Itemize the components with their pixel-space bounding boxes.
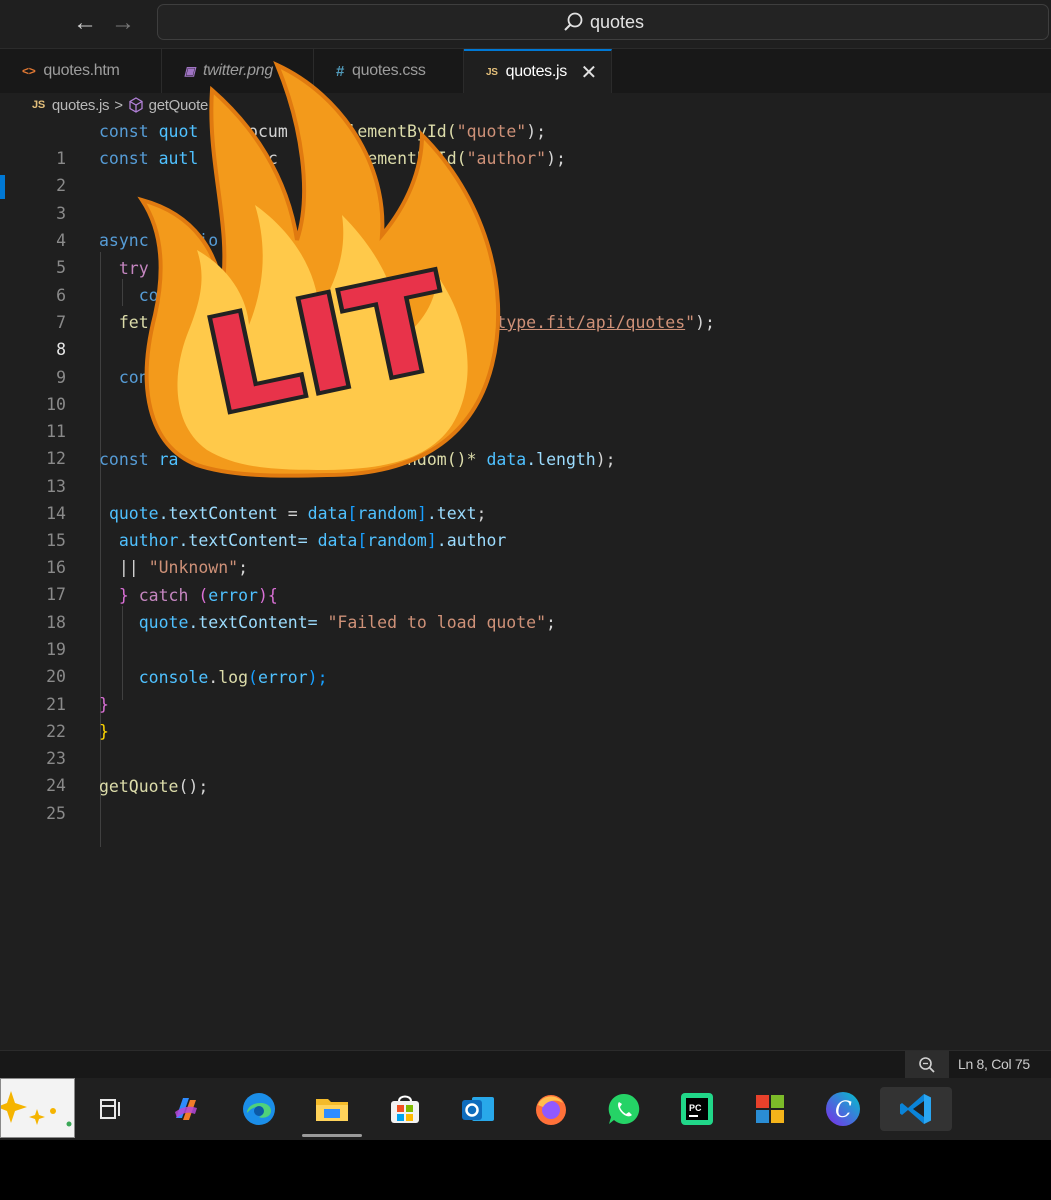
code-token: = xyxy=(287,504,298,523)
edge-icon[interactable] xyxy=(237,1087,281,1131)
whatsapp-icon[interactable] xyxy=(602,1087,646,1131)
vscode-icon[interactable] xyxy=(880,1087,952,1131)
svg-text:C: C xyxy=(835,1098,852,1123)
code-token: (); xyxy=(178,777,209,796)
search-text: quotes xyxy=(589,11,645,32)
forward-arrow-icon[interactable]: → xyxy=(108,8,138,38)
code-token: ] xyxy=(426,531,437,550)
code-line: 19 quote.textContent= "Failed to load qu… xyxy=(0,609,1051,659)
code-token: console xyxy=(138,668,209,687)
firefox-icon[interactable] xyxy=(529,1087,573,1131)
code-token: ){ xyxy=(257,586,278,605)
code-token: ; xyxy=(238,558,249,577)
outlook-icon[interactable] xyxy=(456,1087,500,1131)
code-token: random xyxy=(367,531,427,550)
code-line: 24 xyxy=(0,745,1051,795)
command-center-search[interactable]: quotes xyxy=(157,4,1049,40)
widgets-icon[interactable] xyxy=(0,1078,75,1138)
code-token: getQuote xyxy=(99,777,179,796)
code-token: error xyxy=(257,668,308,687)
zoom-button[interactable] xyxy=(905,1051,949,1079)
line-number: 25 xyxy=(46,804,66,823)
status-bar: Ln 8, Col 75 xyxy=(0,1050,1051,1079)
code-token: ; xyxy=(546,613,556,632)
store-icon[interactable] xyxy=(383,1087,427,1131)
code-token: data xyxy=(307,504,348,523)
code-token: catch xyxy=(138,586,189,605)
code-token: .author xyxy=(436,531,507,550)
code-token: author xyxy=(118,531,179,550)
black-border xyxy=(0,1140,1051,1200)
cursor-position[interactable]: Ln 8, Col 75 xyxy=(958,1056,1030,1072)
code-line: 16 author.textContent= data[random].auth… xyxy=(0,527,1051,577)
code-token: } xyxy=(118,586,129,605)
close-icon[interactable]: ✕ xyxy=(581,60,598,85)
code-token: ); xyxy=(695,313,715,332)
back-arrow-icon[interactable]: ← xyxy=(70,8,100,38)
copilot-icon[interactable] xyxy=(164,1087,208,1131)
code-token: quote xyxy=(138,613,189,632)
code-token: } xyxy=(99,722,109,741)
code-line: 17 || "Unknown"; xyxy=(0,554,1051,604)
code-token: ); xyxy=(595,450,616,469)
code-token: .textContent= xyxy=(188,613,318,632)
canva-icon[interactable]: C xyxy=(821,1087,865,1131)
code-line: 22 } xyxy=(0,691,1051,741)
file-explorer-icon[interactable] xyxy=(310,1087,354,1131)
html-icon: <> xyxy=(22,64,36,78)
code-token: ); xyxy=(526,122,547,141)
windows-taskbar: PC C xyxy=(0,1078,1051,1140)
task-view-icon[interactable] xyxy=(89,1087,133,1131)
code-token: data xyxy=(317,531,358,550)
code-token: . xyxy=(208,668,219,687)
code-token: ); xyxy=(307,668,328,687)
code-line: 18 } catch (error){ xyxy=(0,582,1051,632)
code-token: "Failed to load quote" xyxy=(327,613,547,632)
svg-text:PC: PC xyxy=(689,1103,702,1113)
code-line: 25 getQuote(); xyxy=(0,773,1051,823)
code-line: 15 quote.textContent = data[random].text… xyxy=(0,500,1051,550)
breadcrumb-file[interactable]: quotes.js xyxy=(52,97,110,114)
code-token: ); xyxy=(546,149,566,168)
office-icon[interactable] xyxy=(748,1087,792,1131)
js-icon: JS xyxy=(32,99,45,111)
code-token: ] xyxy=(416,504,427,523)
code-token: ( xyxy=(248,668,258,687)
code-line: 20 xyxy=(0,636,1051,686)
tab-label: quotes.htm xyxy=(43,62,120,79)
code-token: [ xyxy=(357,531,368,550)
tab-label: quotes.js xyxy=(505,63,568,80)
code-token: "Unknown" xyxy=(148,558,239,577)
code-token: .textContent xyxy=(158,504,278,523)
code-token: quote xyxy=(108,504,159,523)
zoom-icon xyxy=(919,1057,935,1073)
pycharm-icon[interactable]: PC xyxy=(675,1087,719,1131)
code-token: .length xyxy=(526,450,596,469)
code-token: [ xyxy=(347,504,358,523)
code-token: .textContent= xyxy=(178,531,308,550)
code-token: ( xyxy=(198,586,209,605)
code-token: .text xyxy=(426,504,477,523)
code-token: " xyxy=(685,313,696,332)
search-icon xyxy=(564,12,583,31)
code-line: 23 } xyxy=(0,718,1051,768)
code-token: error xyxy=(208,586,258,605)
code-line: 21 console.log(error); xyxy=(0,664,1051,714)
code-token: } xyxy=(99,695,109,714)
active-app-indicator xyxy=(302,1134,362,1137)
breadcrumb-separator: > xyxy=(114,96,123,114)
title-bar: ← → quotes xyxy=(0,0,1051,48)
code-token: random xyxy=(357,504,417,523)
lit-fire-sticker: LIT xyxy=(137,61,501,478)
code-token: || xyxy=(118,558,139,577)
code-token: log xyxy=(218,668,249,687)
code-token: ; xyxy=(476,504,487,523)
